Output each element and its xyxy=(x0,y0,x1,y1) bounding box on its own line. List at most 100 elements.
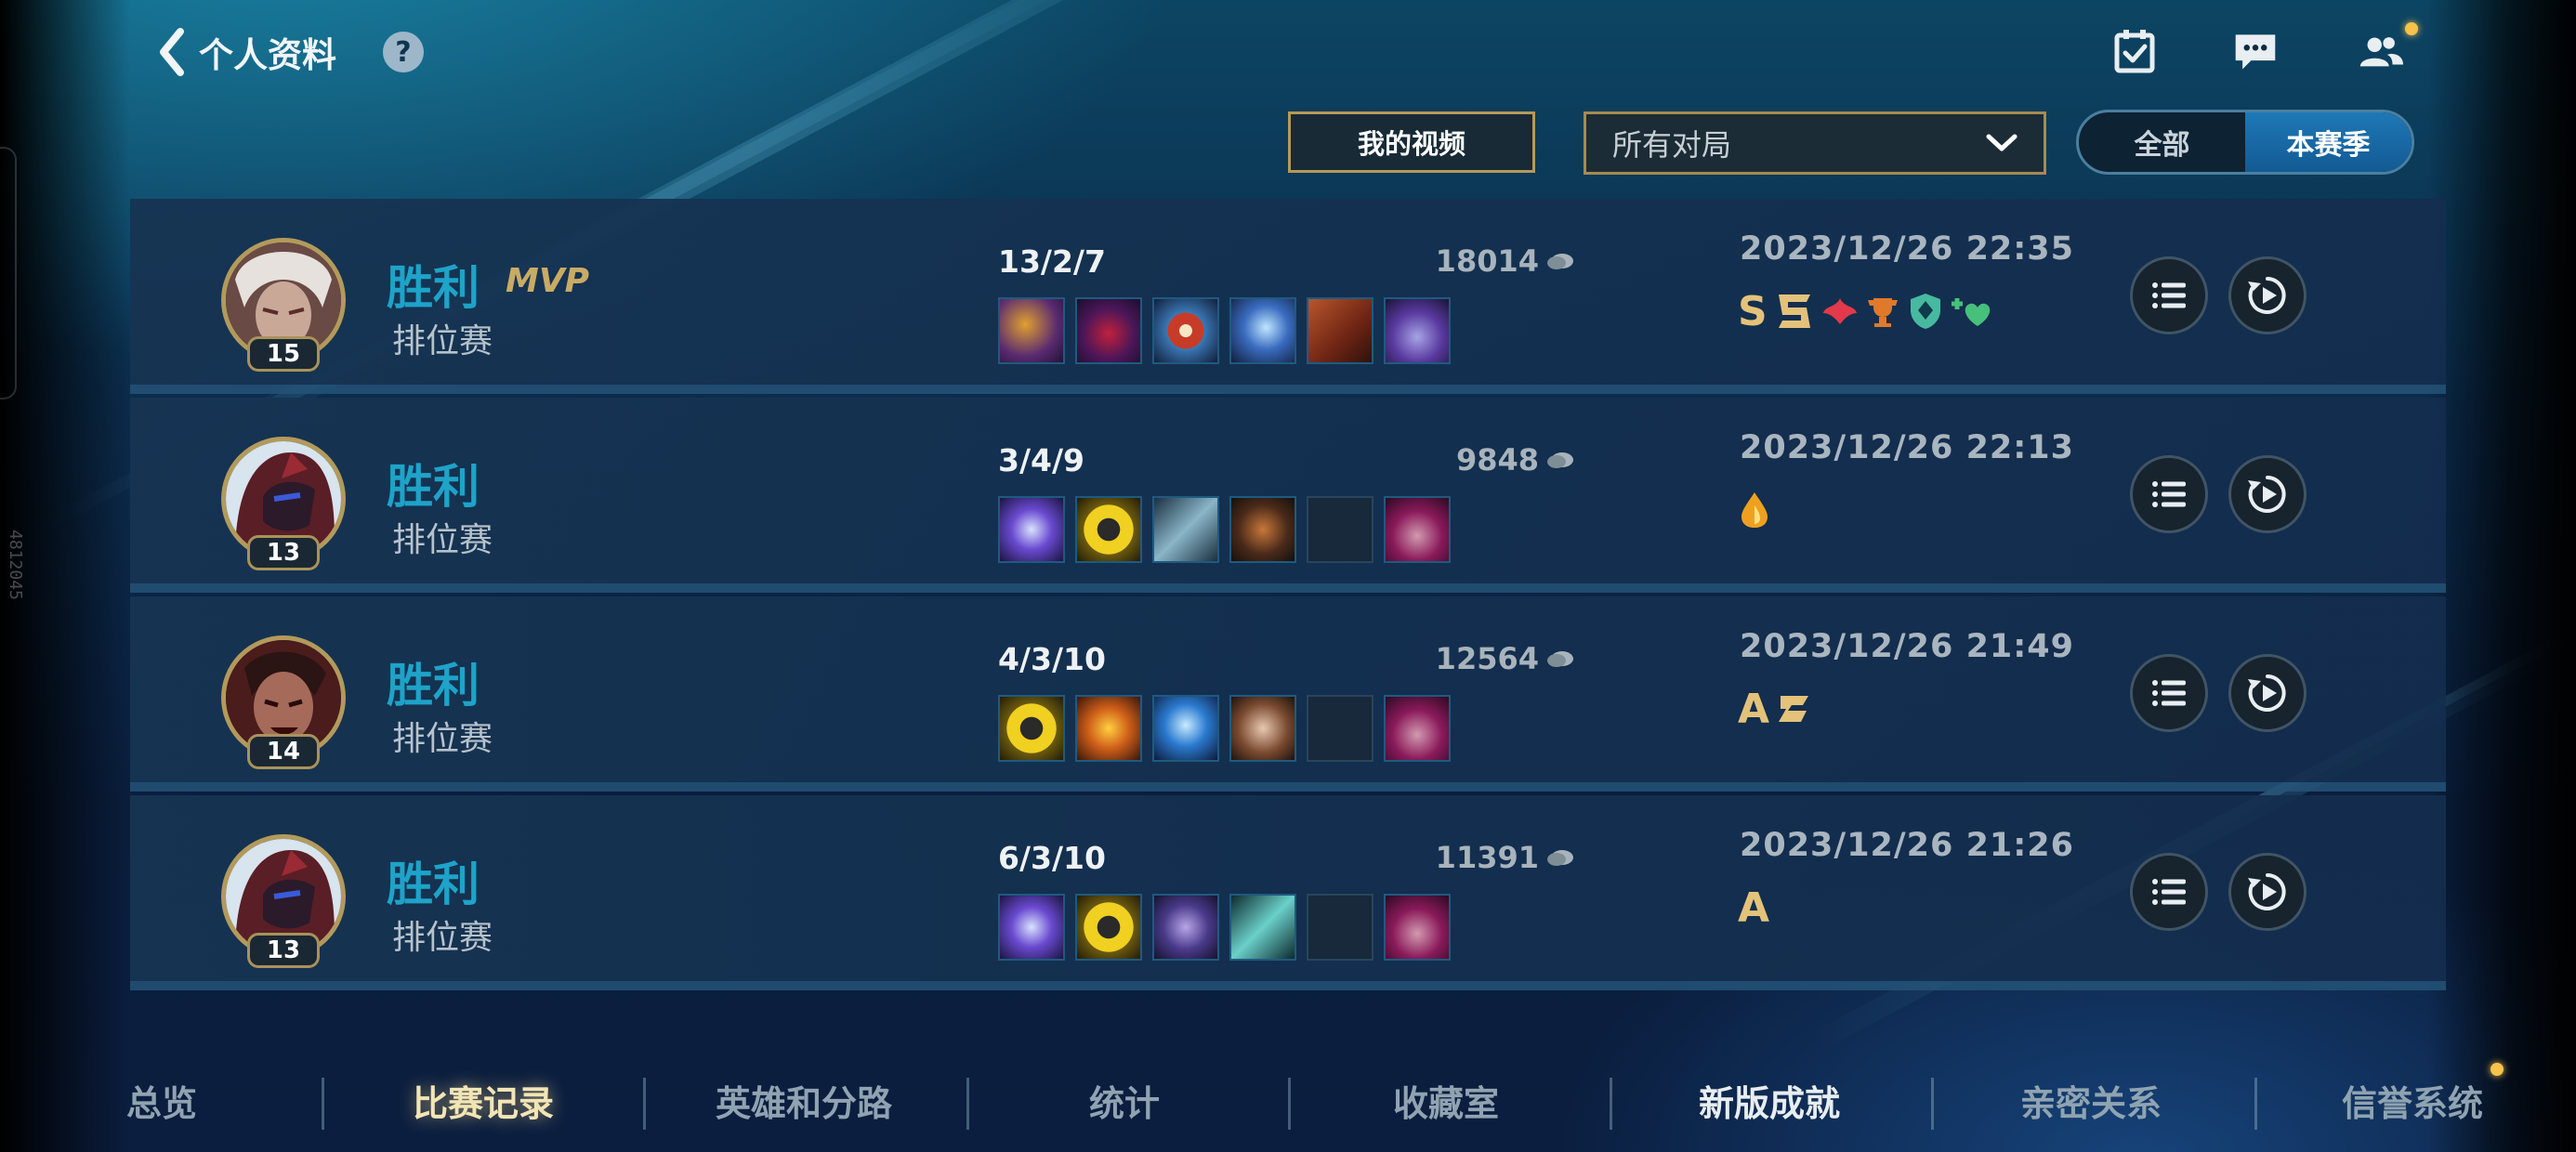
back-button[interactable]: 个人资料 xyxy=(154,22,336,82)
item-slot xyxy=(1384,894,1451,961)
tab-relationships[interactable]: 亲密关系 xyxy=(1998,1057,2184,1143)
match-row[interactable]: 13 胜利 排位赛 6/3/10 11391 2023/12/26 21:26 … xyxy=(130,795,2446,990)
item-slot xyxy=(1075,695,1142,762)
gold-value: 12564 xyxy=(1435,641,1539,676)
match-row[interactable]: 14 胜利 排位赛 4/3/10 12564 2023/12/26 21:49 … xyxy=(130,596,2446,792)
match-result: 胜利 xyxy=(387,261,480,315)
item-slot xyxy=(1229,894,1296,961)
tab-honor-system[interactable]: 信誉系统 xyxy=(2320,1057,2505,1143)
heal-badge-icon xyxy=(1951,298,1990,326)
item-slot xyxy=(1384,695,1451,762)
shield-badge-icon xyxy=(1910,294,1940,329)
replay-button[interactable] xyxy=(2228,654,2307,732)
tab-match-history[interactable]: 比赛记录 xyxy=(390,1057,576,1143)
chevron-down-icon xyxy=(1986,134,2017,151)
match-row[interactable]: 15 胜利 MVP 排位赛 13/2/7 18014 2023/12/26 22… xyxy=(130,199,2446,394)
match-result: 胜利 xyxy=(387,659,480,713)
calendar-check-icon[interactable] xyxy=(2109,26,2160,76)
match-date: 2023/12/26 21:26 xyxy=(1740,827,2074,864)
match-row[interactable]: 13 胜利 排位赛 3/4/9 9848 2023/12/26 22:13 xyxy=(130,398,2446,593)
item-slot-empty xyxy=(1307,695,1373,762)
gold-value: 18014 xyxy=(1435,243,1539,279)
list-icon xyxy=(2152,680,2186,706)
kda: 4/3/10 xyxy=(998,641,1106,677)
item-slot xyxy=(1384,297,1451,364)
item-slot xyxy=(1152,297,1219,364)
page-title: 个人资料 xyxy=(199,35,336,75)
gold-coin-icon xyxy=(1547,254,1573,269)
champion-level: 15 xyxy=(247,336,320,372)
item-slots xyxy=(998,894,1451,961)
kda: 6/3/10 xyxy=(998,840,1106,876)
item-slots xyxy=(998,496,1451,563)
tab-collection[interactable]: 收藏室 xyxy=(1353,1057,1539,1143)
achievement-badges: A xyxy=(1738,884,1770,932)
match-details-button[interactable] xyxy=(2130,654,2208,732)
mvp-badge: MVP xyxy=(506,262,590,300)
item-slot xyxy=(1229,496,1296,563)
achievement-badges xyxy=(1738,487,1771,533)
replay-button[interactable] xyxy=(2228,256,2307,334)
flame-wings-badge-icon xyxy=(1822,298,1857,324)
replay-button[interactable] xyxy=(2228,455,2307,533)
match-details-button[interactable] xyxy=(2130,853,2208,931)
gold-earned: 9848 xyxy=(1255,442,1576,478)
scope-toggle[interactable]: 全部 本赛季 xyxy=(2076,110,2414,175)
item-slot xyxy=(1152,695,1219,762)
tab-champions-roles[interactable]: 英雄和分路 xyxy=(688,1057,920,1143)
item-slot xyxy=(998,297,1065,364)
item-slots xyxy=(998,297,1451,364)
list-icon xyxy=(2152,481,2186,507)
match-details-button[interactable] xyxy=(2130,256,2208,334)
achievement-badges: A xyxy=(1738,685,1814,733)
chat-icon[interactable] xyxy=(2232,26,2279,76)
match-details-button[interactable] xyxy=(2130,455,2208,533)
my-videos-button[interactable]: 我的视频 xyxy=(1288,111,1535,173)
gold-coin-icon xyxy=(1547,850,1573,866)
bottom-nav: 总览 比赛记录 英雄和分路 统计 收藏室 新版成就 亲密关系 信誉系统 xyxy=(0,1057,2576,1143)
item-slot xyxy=(1075,894,1142,961)
trophy-badge-icon xyxy=(1867,298,1898,327)
item-slot xyxy=(1384,496,1451,563)
game-mode: 排位赛 xyxy=(392,919,493,957)
match-date: 2023/12/26 22:13 xyxy=(1740,429,2074,466)
match-type-select[interactable]: 所有对局 xyxy=(1584,111,2046,175)
gold-coin-icon xyxy=(1547,452,1573,468)
champion-level: 14 xyxy=(247,734,320,769)
assist-badge-icon xyxy=(1779,696,1809,722)
gold-earned: 11391 xyxy=(1255,840,1576,875)
item-slot xyxy=(1307,297,1373,364)
item-slot-empty xyxy=(1307,496,1373,563)
replay-button[interactable] xyxy=(2228,853,2307,931)
replay-icon xyxy=(2248,476,2286,513)
tab-all[interactable]: 全部 xyxy=(2079,112,2245,172)
chevron-left-icon xyxy=(160,28,184,76)
game-mode: 排位赛 xyxy=(392,322,493,360)
tab-this-season[interactable]: 本赛季 xyxy=(2245,112,2412,172)
tab-achievements[interactable]: 新版成就 xyxy=(1676,1057,1862,1143)
penta-badge-icon xyxy=(1778,295,1810,328)
gold-earned: 12564 xyxy=(1255,641,1576,676)
grade-badge: A xyxy=(1738,685,1770,733)
item-slot xyxy=(998,695,1065,762)
item-slot xyxy=(1075,496,1142,563)
item-slot-empty xyxy=(1307,894,1373,961)
tab-statistics[interactable]: 统计 xyxy=(1032,1057,1217,1143)
gold-value: 9848 xyxy=(1455,442,1539,478)
list-icon xyxy=(2152,879,2186,905)
help-icon[interactable]: ? xyxy=(383,32,424,72)
friends-icon[interactable] xyxy=(2357,26,2405,76)
item-slot xyxy=(1229,695,1296,762)
tab-overview[interactable]: 总览 xyxy=(69,1057,255,1143)
replay-icon xyxy=(2248,873,2286,910)
item-slot xyxy=(998,496,1065,563)
item-slots xyxy=(998,695,1451,762)
grade-badge: S xyxy=(1738,287,1768,335)
game-mode: 排位赛 xyxy=(392,521,493,559)
notification-dot xyxy=(2405,22,2418,35)
device-id: 4812045 xyxy=(6,530,25,600)
item-slot xyxy=(1152,894,1219,961)
grade-badge: A xyxy=(1738,884,1770,932)
champion-level: 13 xyxy=(247,933,320,968)
match-result: 胜利 xyxy=(387,857,480,911)
